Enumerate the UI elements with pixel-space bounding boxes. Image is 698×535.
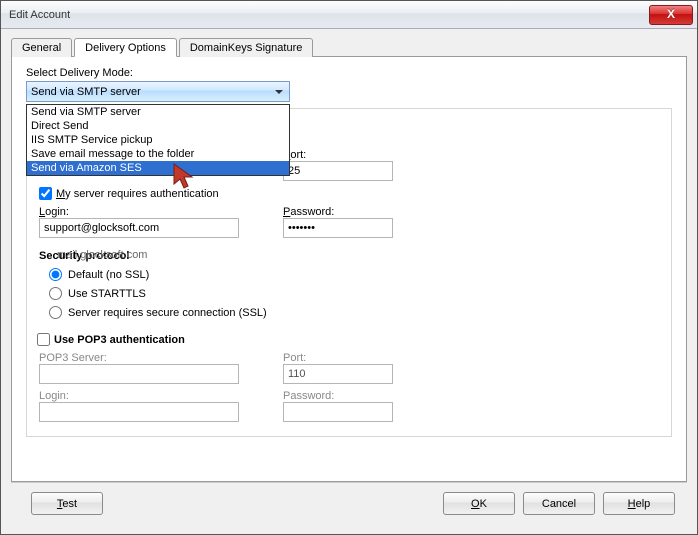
edit-account-window: Edit Account X General Delivery Options … (0, 0, 698, 535)
option-smtp[interactable]: Send via SMTP server (27, 105, 289, 119)
smtp-server-value-peek: mail.glocksoft.com (57, 249, 147, 261)
option-iis-pickup[interactable]: IIS SMTP Service pickup (27, 133, 289, 147)
radio-starttls-label: Use STARTTLS (68, 288, 146, 300)
pop3-checkbox[interactable] (37, 333, 50, 346)
client-area: General Delivery Options DomainKeys Sign… (1, 29, 697, 534)
login-input[interactable] (39, 218, 239, 238)
delivery-mode-label: Select Delivery Mode: (26, 67, 672, 79)
help-button[interactable]: Help (603, 492, 675, 515)
radio-default-ssl-label: Default (no SSL) (68, 269, 149, 281)
option-direct-send[interactable]: Direct Send (27, 119, 289, 133)
pop3-password-label: Password: (283, 390, 423, 402)
chevron-down-icon (275, 90, 283, 94)
titlebar: Edit Account X (1, 1, 697, 29)
auth-checkbox[interactable] (39, 187, 52, 200)
dialog-footer: Test OK Cancel Help (11, 482, 687, 524)
delivery-mode-selected-text: Send via SMTP server (31, 86, 275, 98)
delivery-mode-select[interactable]: Send via SMTP server (26, 81, 290, 102)
tab-delivery-options[interactable]: Delivery Options (74, 38, 177, 57)
window-title: Edit Account (9, 9, 649, 21)
pop3-server-label: POP3 Server: (39, 352, 259, 364)
pop3-login-input (39, 402, 239, 422)
delivery-mode-dropdown: Send via SMTP server Direct Send IIS SMT… (26, 104, 290, 176)
radio-ssl-label: Server requires secure connection (SSL) (68, 307, 267, 319)
test-button[interactable]: Test (31, 492, 103, 515)
pop3-password-input (283, 402, 393, 422)
tabpage-delivery: Select Delivery Mode: Send via SMTP serv… (11, 56, 687, 482)
port-label: Port: (283, 149, 423, 161)
tab-domainkeys[interactable]: DomainKeys Signature (179, 38, 314, 57)
radio-ssl[interactable] (49, 306, 62, 319)
radio-default-ssl[interactable] (49, 268, 62, 281)
pop3-title: Use POP3 authentication (54, 334, 185, 346)
ok-button[interactable]: OK (443, 492, 515, 515)
port-input[interactable] (283, 161, 393, 181)
option-amazon-ses[interactable]: Send via Amazon SES (27, 161, 289, 175)
close-button[interactable]: X (649, 5, 693, 25)
pop3-login-label: Login: (39, 390, 259, 402)
tab-general[interactable]: General (11, 38, 72, 57)
login-label: Login: (39, 206, 259, 218)
auth-checkbox-label: My server requires authentication (56, 188, 219, 200)
radio-starttls[interactable] (49, 287, 62, 300)
auth-checkbox-row: My server requires authentication (39, 187, 659, 200)
cancel-button[interactable]: Cancel (523, 492, 595, 515)
option-save-to-folder[interactable]: Save email message to the folder (27, 147, 289, 161)
pop3-server-input (39, 364, 239, 384)
password-input[interactable] (283, 218, 393, 238)
pop3-port-label: Port: (283, 352, 423, 364)
tabstrip: General Delivery Options DomainKeys Sign… (11, 37, 687, 56)
pop3-port-input (283, 364, 393, 384)
password-label: Password: (283, 206, 423, 218)
